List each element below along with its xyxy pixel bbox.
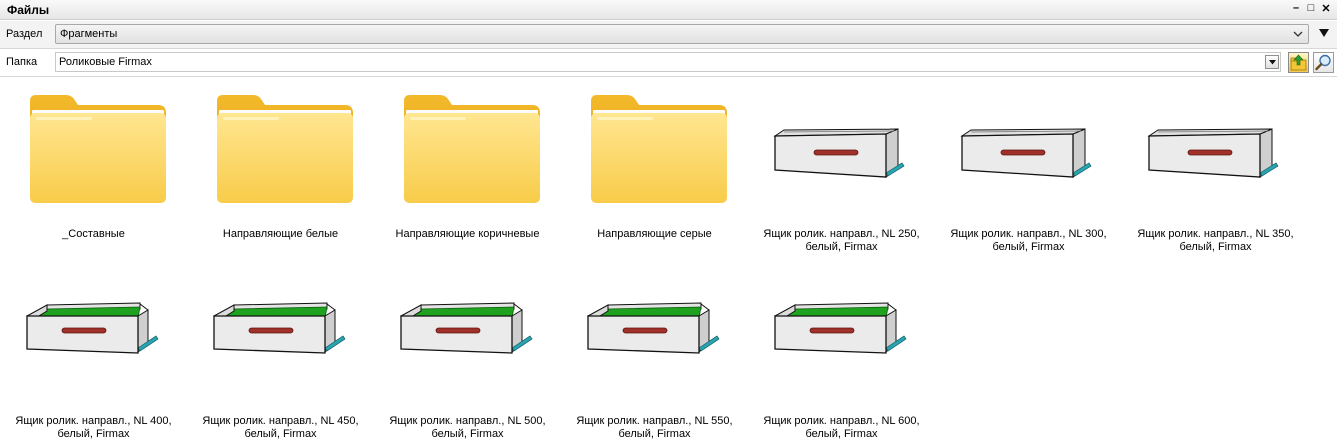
window-title: Файлы (7, 3, 50, 17)
close-button[interactable]: ✕ (1321, 2, 1331, 15)
search-button[interactable] (1313, 52, 1334, 73)
fragment-name-line1: Ящик ролик. направл., NL 400, (15, 415, 172, 427)
triangle-down-icon (1269, 60, 1276, 65)
fragment-name-line1: Ящик ролик. направл., NL 250, (763, 228, 920, 240)
folder-name: _Составные (62, 228, 125, 240)
fragment-name-line1: Ящик ролик. направл., NL 600, (763, 415, 920, 427)
fragment-name-line2: белый, Firmax (57, 428, 130, 440)
fragment-item[interactable]: Ящик ролик. направл., NL 250, белый, Firm… (748, 77, 935, 257)
fragment-name: Ящик ролик. направл., NL 600, белый, Firm… (748, 415, 935, 441)
folder-up-button[interactable] (1288, 52, 1309, 73)
fragment-name-line1: Ящик ролик. направл., NL 550, (576, 415, 733, 427)
fragment-name-line2: белый, Firmax (1179, 241, 1252, 253)
drawer-thumbnail-icon (773, 128, 905, 178)
fragment-name: Ящик ролик. направл., NL 350, белый, Firm… (1122, 228, 1309, 254)
section-label: Раздел (6, 28, 43, 40)
fragment-name-line1: Ящик ролик. направл., NL 450, (202, 415, 359, 427)
drawer-thumbnail-icon (1147, 128, 1279, 178)
folder-name: Направляющие белые (222, 228, 339, 240)
fragment-name-line2: белый, Firmax (244, 428, 317, 440)
folder-dropdown-button[interactable] (1265, 55, 1279, 69)
folder-item[interactable]: Направляющие серые (561, 77, 748, 257)
fragment-name-line1: Ящик ролик. направл., NL 350, (1137, 228, 1294, 240)
magnifier-icon (1315, 54, 1331, 71)
folder-item[interactable]: Направляющие белые (187, 77, 374, 257)
fragment-name: Ящик ролик. направл., NL 400, белый, Firm… (0, 415, 187, 441)
folder-icon (591, 95, 727, 203)
window-controls: – □ ✕ (1291, 2, 1331, 15)
fragment-item[interactable]: Ящик ролик. направл., NL 550, белый, Firm… (561, 264, 748, 444)
drawer-thumbnail-icon (212, 302, 346, 354)
chevron-down-icon (1293, 31, 1303, 37)
fragment-item[interactable]: Ящик ролик. направл., NL 400, белый, Firm… (0, 264, 187, 444)
fragment-item[interactable]: Ящик ролик. направл., NL 500, белый, Firm… (374, 264, 561, 444)
fragment-name: Ящик ролик. направл., NL 500, белый, Firm… (374, 415, 561, 441)
folder-row: Папка Роликовые Firmax (0, 49, 1337, 77)
fragment-name-line2: белый, Firmax (618, 428, 691, 440)
fragment-item[interactable]: Ящик ролик. направл., NL 450, белый, Firm… (187, 264, 374, 444)
fragment-name: Ящик ролик. направл., NL 300, белый, Firm… (935, 228, 1122, 254)
drawer-thumbnail-icon (25, 302, 159, 354)
folder-name: Направляющие серые (597, 228, 712, 240)
folder-path-field[interactable]: Роликовые Firmax (55, 52, 1281, 72)
fragment-name-line2: белый, Firmax (992, 241, 1065, 253)
section-select[interactable]: Фрагменты (55, 24, 1309, 44)
fragment-item[interactable]: Ящик ролик. направл., NL 600, белый, Firm… (748, 264, 935, 444)
folder-path-value: Роликовые Firmax (59, 56, 152, 68)
folder-icon (217, 95, 353, 203)
fragment-name-line2: белый, Firmax (431, 428, 504, 440)
folder-label: Папка (6, 56, 38, 68)
folder-up-icon (1290, 54, 1307, 71)
drawer-thumbnail-icon (586, 302, 720, 354)
fragment-name-line2: белый, Firmax (805, 241, 878, 253)
drawer-thumbnail-icon (399, 302, 533, 354)
menu-triangle-icon[interactable] (1318, 26, 1330, 40)
fragment-name-line1: Ящик ролик. направл., NL 300, (950, 228, 1107, 240)
folder-name: Направляющие коричневые (395, 228, 540, 240)
folder-item[interactable]: _Составные (0, 77, 187, 257)
fragment-item[interactable]: Ящик ролик. направл., NL 350, белый, Firm… (1122, 77, 1309, 257)
drawer-thumbnail-icon (773, 302, 907, 354)
section-value: Фрагменты (60, 28, 118, 40)
fragment-name-line1: Ящик ролик. направл., NL 500, (389, 415, 546, 427)
folder-icon (30, 95, 166, 203)
title-bar: Файлы – □ ✕ (0, 0, 1337, 20)
folder-item[interactable]: Направляющие коричневые (374, 77, 561, 257)
fragment-name-line2: белый, Firmax (805, 428, 878, 440)
maximize-button[interactable]: □ (1306, 2, 1316, 15)
section-row: Раздел Фрагменты (0, 21, 1337, 49)
file-grid: _Составные Направляющие белые Направляющ… (0, 77, 1337, 448)
minimize-button[interactable]: – (1291, 2, 1301, 15)
fragment-name: Ящик ролик. направл., NL 450, белый, Firm… (187, 415, 374, 441)
drawer-thumbnail-icon (960, 128, 1092, 178)
fragment-name: Ящик ролик. направл., NL 550, белый, Firm… (561, 415, 748, 441)
fragment-item[interactable]: Ящик ролик. направл., NL 300, белый, Firm… (935, 77, 1122, 257)
folder-icon (404, 95, 540, 203)
fragment-name: Ящик ролик. направл., NL 250, белый, Firm… (748, 228, 935, 254)
